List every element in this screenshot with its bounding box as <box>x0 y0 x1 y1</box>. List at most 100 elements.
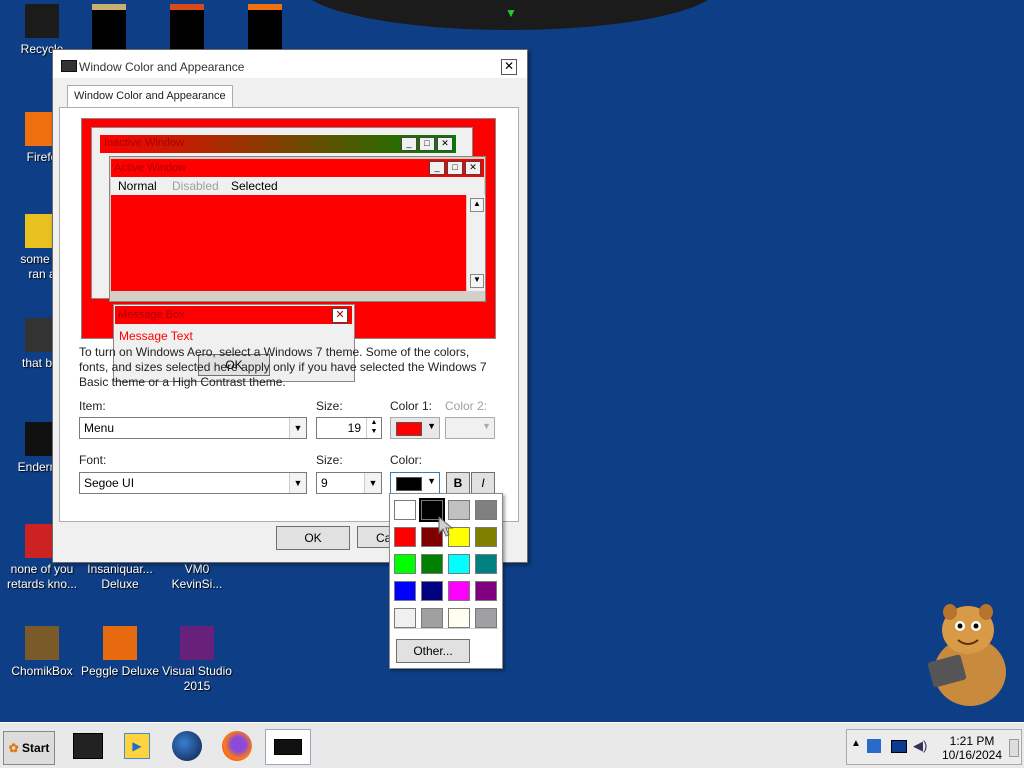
monitor-icon <box>61 60 77 72</box>
desktop-icon-label: Visual Studio 2015 <box>162 664 232 693</box>
inactive-caption-buttons: _ □ ✕ <box>401 137 453 151</box>
color1-label: Color 1: <box>390 399 433 413</box>
ok-button[interactable]: OK <box>276 526 350 550</box>
appearance-preview[interactable]: Inactive Window _ □ ✕ Active Window _ □ … <box>81 118 496 382</box>
palette-color-swatch[interactable] <box>421 608 443 628</box>
desktop-icon-chomikbox-icon <box>25 626 59 660</box>
clock[interactable]: 1:21 PM 10/16/2024 <box>937 734 1007 762</box>
palette-color-swatch[interactable] <box>394 608 416 628</box>
palette-color-swatch[interactable] <box>394 527 416 547</box>
window-color-appearance-dialog: Window Color and Appearance ✕ Window Col… <box>52 49 528 563</box>
desktop-icon-peggle[interactable]: Peggle Deluxe <box>78 626 162 679</box>
taskbar-item-console[interactable] <box>68 729 106 763</box>
font-value: Segoe UI <box>84 476 135 490</box>
taskbar-item-globe[interactable] <box>168 729 206 763</box>
bold-button[interactable]: B <box>446 472 470 494</box>
font-label: Font: <box>79 453 107 467</box>
palette-color-swatch[interactable] <box>394 500 416 520</box>
taskbar-item-media[interactable]: ▶ <box>117 729 155 763</box>
item-label: Item: <box>79 399 106 413</box>
preview-scrollbar: ▲ ▼ <box>466 195 485 291</box>
chevron-up-icon[interactable]: ▲ <box>851 738 861 749</box>
font-size-dropdown[interactable]: 9 ▼ <box>316 472 382 494</box>
scroll-up-icon: ▲ <box>470 198 484 212</box>
palette-color-swatch[interactable] <box>421 581 443 601</box>
desktop-icon-label: Peggle Deluxe <box>80 664 160 678</box>
chevron-down-icon: ▼ <box>364 473 381 493</box>
display-icon[interactable] <box>891 740 907 753</box>
italic-button[interactable]: I <box>471 472 495 494</box>
taskbar-item-window-appearance[interactable] <box>265 729 311 765</box>
chevron-down-icon: ▼ <box>289 473 306 493</box>
active-window-body <box>111 195 466 291</box>
menu-normal: Normal <box>118 179 157 193</box>
font-color-button[interactable]: ▼ <box>390 472 440 494</box>
desktop-icon-partial-0[interactable] <box>170 4 204 54</box>
spin-arrows-icon[interactable]: ▲ ▼ <box>366 418 381 438</box>
palette-color-swatch[interactable] <box>475 581 497 601</box>
title-bar: Window Color and Appearance ✕ <box>53 50 527 78</box>
network-icon[interactable] <box>867 739 881 753</box>
close-button[interactable]: ✕ <box>501 59 517 75</box>
minimize-icon: _ <box>401 137 417 151</box>
clock-time: 1:21 PM <box>949 734 995 748</box>
font-dropdown[interactable]: Segoe UI ▼ <box>79 472 307 494</box>
palette-color-swatch[interactable] <box>448 554 470 574</box>
palette-color-swatch[interactable] <box>448 608 470 628</box>
close-icon: ✕ <box>465 161 481 175</box>
palette-color-swatch[interactable] <box>475 554 497 574</box>
indicator-icon: ▼ <box>505 6 517 20</box>
font-size-value: 9 <box>321 476 328 490</box>
chevron-down-icon: ▼ <box>482 421 491 431</box>
maximize-icon: □ <box>447 161 463 175</box>
active-window-title: Active Window <box>114 162 187 174</box>
palette-color-swatch[interactable] <box>475 527 497 547</box>
start-button[interactable]: ✿ Start <box>3 731 55 765</box>
hamster-mascot-image <box>920 600 1012 710</box>
color2-label: Color 2: <box>445 399 488 413</box>
item-size-value: 19 <box>347 421 361 435</box>
start-label: Start <box>22 741 50 755</box>
desktop-icon-recycle-bin-icon <box>25 4 59 38</box>
tab-window-color-appearance[interactable]: Window Color and Appearance <box>67 85 233 108</box>
palette-color-swatch[interactable] <box>475 500 497 520</box>
palette-color-swatch[interactable] <box>475 608 497 628</box>
item-dropdown[interactable]: Menu ▼ <box>79 417 307 439</box>
volume-icon[interactable]: ◀) <box>913 738 927 754</box>
desktop-icon-chomikbox[interactable]: ChomikBox <box>0 626 84 679</box>
palette-divider <box>394 628 498 629</box>
show-desktop-button[interactable] <box>1009 739 1019 757</box>
desktop-icon-partial-1[interactable] <box>248 4 282 54</box>
color2-button[interactable]: ▼ <box>445 417 495 439</box>
palette-color-swatch[interactable] <box>394 581 416 601</box>
terminal-icon <box>73 733 103 759</box>
active-window-preview: Active Window _ □ ✕ Normal Disabled Sele… <box>109 156 486 302</box>
desktop-icon-visual-studio[interactable]: Visual Studio 2015 <box>155 626 239 694</box>
chevron-down-icon: ▼ <box>289 418 306 438</box>
other-color-button[interactable]: Other... <box>396 639 470 663</box>
taskbar: ✿ Start ▶ ▲ ◀) 1:21 PM 10/16/2024 <box>0 722 1024 768</box>
chevron-down-icon: ▼ <box>427 421 436 431</box>
desktop-icon-partial-2[interactable] <box>92 4 126 54</box>
palette-color-swatch[interactable] <box>394 554 416 574</box>
palette-color-swatch[interactable] <box>421 554 443 574</box>
message-box-title: Message Box <box>118 309 185 321</box>
menu-preview: Normal Disabled Selected <box>111 177 484 195</box>
desktop-icon-label: ChomikBox <box>11 664 73 678</box>
color1-swatch <box>396 422 422 436</box>
globe-icon <box>172 731 202 761</box>
palette-color-swatch[interactable] <box>448 581 470 601</box>
start-logo-icon: ✿ <box>8 741 19 755</box>
clock-date: 10/16/2024 <box>941 748 1003 762</box>
item-size-stepper[interactable]: 19 ▲ ▼ <box>316 417 382 439</box>
maximize-icon: □ <box>419 137 435 151</box>
desktop-icon-label: VM0 KevinSi... <box>171 562 223 591</box>
desktop-icon-peggle-icon <box>103 626 137 660</box>
close-icon: ✕ <box>332 308 348 323</box>
desktop-icon-label: none of you retards kno... <box>6 562 78 591</box>
monitor-icon <box>274 739 302 755</box>
taskbar-item-firefox[interactable] <box>218 729 256 763</box>
active-caption-buttons: _ □ ✕ <box>429 161 481 175</box>
message-text: Message Text <box>119 329 193 343</box>
color1-button[interactable]: ▼ <box>390 417 440 439</box>
